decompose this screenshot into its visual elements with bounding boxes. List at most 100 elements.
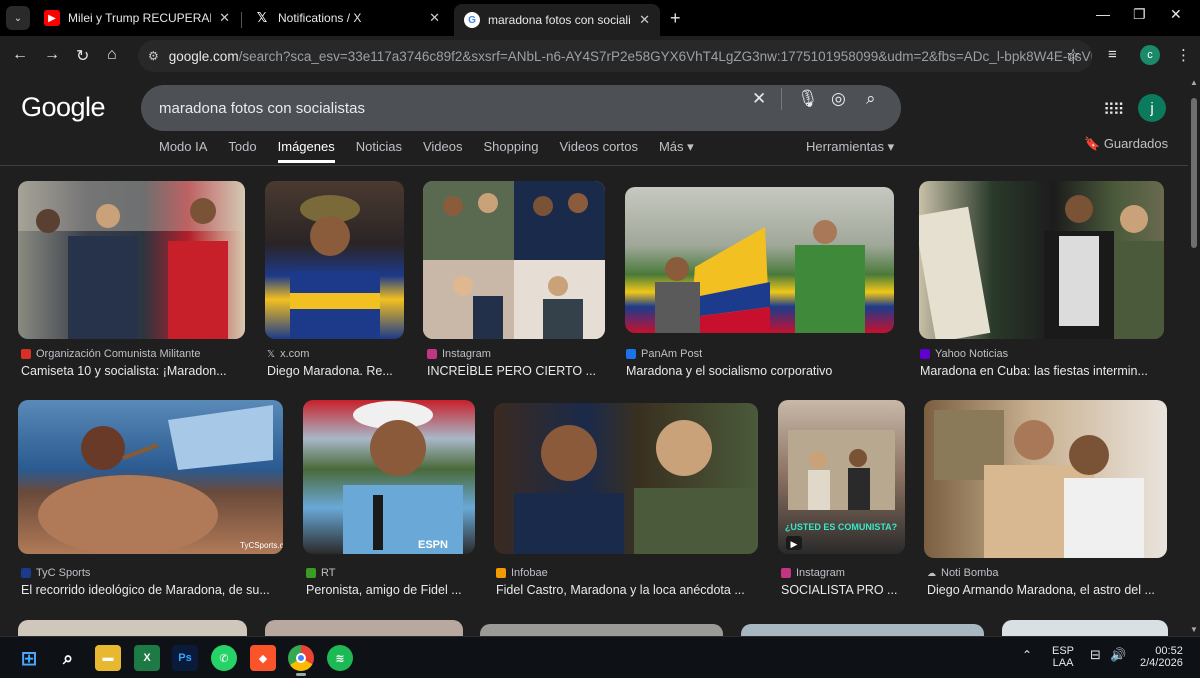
account-avatar[interactable]: j: [1138, 94, 1166, 122]
reload-icon[interactable]: ↻: [76, 46, 89, 66]
result-image[interactable]: [919, 181, 1164, 339]
result-image[interactable]: [625, 187, 894, 333]
tab-strip: ⌄ ▶ Milei y Trump RECUPERAN YPF ✕ 𝕏 Noti…: [0, 0, 1200, 36]
file-explorer-icon[interactable]: ▬: [95, 645, 121, 671]
page-scrollbar[interactable]: ▲ ▼: [1188, 76, 1200, 636]
result-title[interactable]: El recorrido ideológico de Maradona, de …: [21, 583, 283, 597]
result-image[interactable]: [480, 624, 723, 636]
minimize-icon[interactable]: —: [1096, 6, 1110, 22]
spotify-icon[interactable]: ≋: [327, 645, 353, 671]
result-image[interactable]: [924, 400, 1167, 558]
google-apps-icon[interactable]: ⠿⠿: [1103, 100, 1124, 120]
result-image[interactable]: [494, 403, 758, 554]
new-tab-button[interactable]: +: [670, 8, 681, 29]
result-title[interactable]: Diego Maradona. Re...: [267, 364, 405, 378]
video-caption: ¿USTED ES COMUNISTA?: [785, 522, 897, 532]
volume-icon[interactable]: 🔊: [1110, 648, 1126, 661]
result-image[interactable]: [18, 620, 247, 636]
result-image[interactable]: TyCSports.com: [18, 400, 283, 554]
google-header: Google maradona fotos con socialistas ✕ …: [0, 76, 1188, 166]
result-title[interactable]: Peronista, amigo de Fidel ...: [306, 583, 474, 597]
excel-icon[interactable]: X: [134, 645, 160, 671]
result-source[interactable]: Organización Comunista Militante: [21, 348, 245, 360]
bookmark-star-icon[interactable]: ☆: [1066, 45, 1080, 65]
result-image[interactable]: [265, 620, 463, 636]
result-title[interactable]: Fidel Castro, Maradona y la loca anécdot…: [496, 583, 758, 597]
result-title[interactable]: Camiseta 10 y socialista: ¡Maradon...: [21, 364, 243, 378]
result-image[interactable]: ¿USTED ES COMUNISTA? ▶: [778, 400, 905, 554]
lens-search-icon[interactable]: ◎: [831, 89, 846, 109]
tab-noticias[interactable]: Noticias: [356, 139, 402, 163]
photo-figures: [655, 220, 865, 333]
search-icon[interactable]: ⌕: [866, 89, 876, 109]
chrome-menu-icon[interactable]: ⋮: [1176, 46, 1191, 64]
brave-icon[interactable]: ◆: [250, 645, 276, 671]
result-image[interactable]: [18, 181, 245, 339]
result-image[interactable]: [1002, 620, 1168, 636]
scroll-up-icon[interactable]: ▲: [1190, 78, 1198, 87]
result-title[interactable]: Maradona en Cuba: las fiestas intermin..…: [920, 364, 1164, 378]
result-source[interactable]: TyC Sports: [21, 567, 283, 579]
source-label: Instagram: [796, 567, 845, 579]
result-source[interactable]: 𝕏x.com: [267, 348, 405, 360]
google-logo[interactable]: Google: [21, 92, 106, 123]
result-image[interactable]: [265, 181, 404, 339]
search-query[interactable]: maradona fotos con socialistas: [159, 100, 901, 117]
tab-search-button[interactable]: ⌄: [6, 6, 30, 30]
source-label: x.com: [280, 348, 310, 360]
close-icon[interactable]: ✕: [219, 10, 230, 26]
forward-icon[interactable]: →: [44, 46, 60, 64]
tab-videos-cortos[interactable]: Videos cortos: [559, 139, 638, 163]
result-title[interactable]: Diego Armando Maradona, el astro del ...: [927, 583, 1167, 597]
photoshop-icon[interactable]: Ps: [172, 645, 198, 671]
profile-avatar[interactable]: c: [1140, 45, 1160, 65]
result-source[interactable]: PanAm Post: [626, 348, 894, 360]
result-title[interactable]: SOCIALISTA PRO ...: [781, 583, 905, 597]
tab-imagenes[interactable]: Imágenes: [277, 139, 335, 163]
tray-overflow-icon[interactable]: ⌃: [1022, 649, 1032, 661]
tab-videos[interactable]: Videos: [423, 139, 463, 163]
scroll-down-icon[interactable]: ▼: [1190, 625, 1198, 634]
result-source[interactable]: RT: [306, 567, 474, 579]
whatsapp-icon[interactable]: ✆: [211, 645, 237, 671]
tab-mas[interactable]: Más ▾: [659, 139, 694, 163]
media-controls-icon[interactable]: ≡: [1108, 46, 1117, 63]
result-source[interactable]: Instagram: [427, 348, 605, 360]
close-icon[interactable]: ✕: [639, 12, 650, 28]
tools-button[interactable]: Herramientas ▾: [806, 139, 894, 155]
clock[interactable]: 00:52 2/4/2026: [1140, 645, 1183, 669]
tab-youtube[interactable]: ▶ Milei y Trump RECUPERAN YPF ✕: [34, 4, 240, 32]
result-source[interactable]: Instagram: [781, 567, 905, 579]
windows-start-icon[interactable]: ⊞: [16, 645, 42, 671]
result-image[interactable]: ESPN: [303, 400, 475, 554]
result-title[interactable]: Maradona y el socialismo corporativo: [626, 364, 894, 378]
result-image[interactable]: [423, 181, 605, 339]
language-indicator[interactable]: ESP LAA: [1052, 645, 1074, 669]
result-source[interactable]: Infobae: [496, 567, 758, 579]
close-icon[interactable]: ✕: [429, 10, 440, 26]
tab-todo[interactable]: Todo: [228, 139, 256, 163]
tab-google-search[interactable]: G maradona fotos con socialistas ✕: [454, 4, 660, 36]
network-icon[interactable]: ⊟: [1090, 648, 1101, 661]
tab-shopping[interactable]: Shopping: [483, 139, 538, 163]
window-close-icon[interactable]: ✕: [1170, 6, 1182, 23]
tab-modo-ia[interactable]: Modo IA: [159, 139, 207, 163]
home-icon[interactable]: ⌂: [107, 46, 117, 64]
result-title[interactable]: INCREÍBLE PERO CIERTO ...: [427, 364, 605, 378]
scrollbar-thumb[interactable]: [1191, 98, 1197, 248]
back-icon[interactable]: ←: [12, 46, 28, 64]
result-source[interactable]: Yahoo Noticias: [920, 348, 1164, 360]
address-bar[interactable]: ⚙ google.com/search?sca_esv=33e117a3746c…: [138, 40, 1092, 72]
voice-search-icon[interactable]: 🎙: [797, 89, 819, 109]
search-box[interactable]: maradona fotos con socialistas: [141, 85, 901, 131]
result-source[interactable]: ☁ Noti Bomba: [927, 567, 1167, 579]
result-image[interactable]: [741, 624, 984, 636]
clear-search-icon[interactable]: ✕: [752, 89, 766, 109]
saved-button[interactable]: 🔖 Guardados: [1084, 136, 1168, 152]
site-info-icon[interactable]: ⚙: [148, 49, 159, 63]
tab-x-notifications[interactable]: 𝕏 Notifications / X ✕: [244, 4, 450, 32]
lang-code: ESP: [1052, 645, 1075, 657]
restore-icon[interactable]: ❐: [1133, 6, 1146, 23]
chrome-icon[interactable]: [288, 645, 314, 676]
search-icon[interactable]: ⌕: [55, 645, 81, 671]
